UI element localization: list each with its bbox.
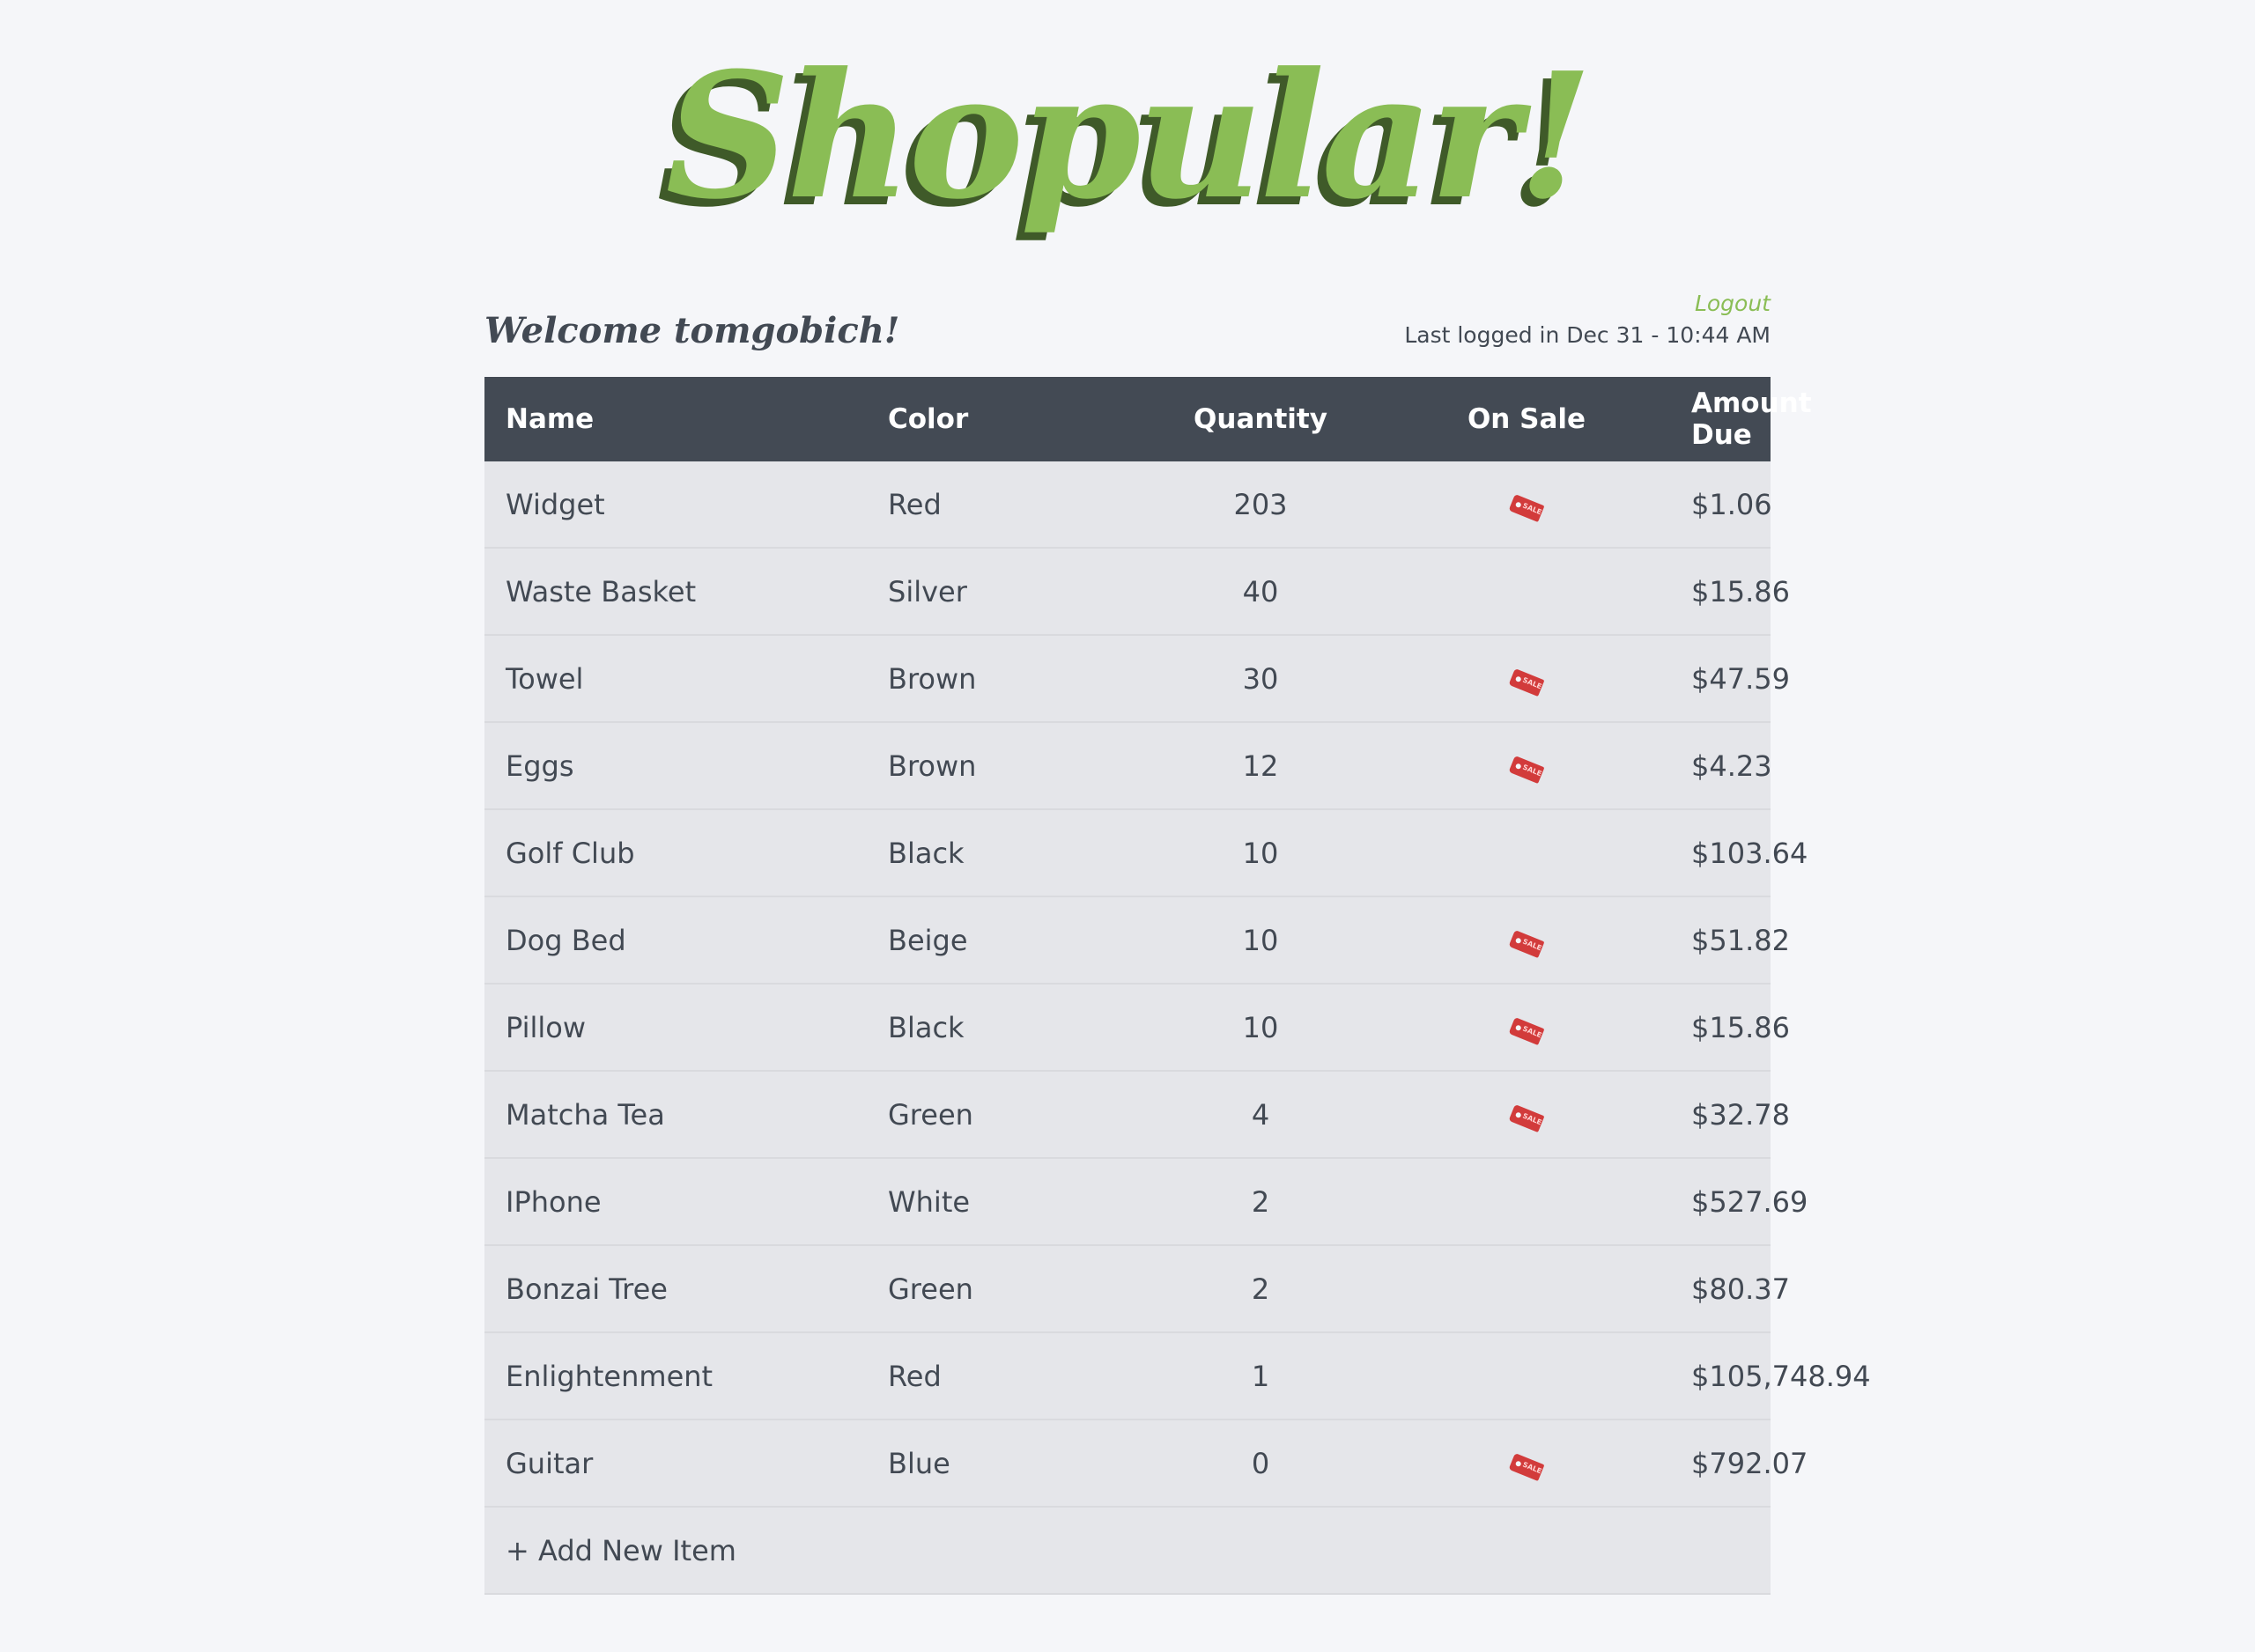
item-name-cell: Waste Basket bbox=[484, 548, 867, 636]
item-amount-cell: $103.64 bbox=[1670, 809, 1808, 897]
item-color-cell: Black bbox=[867, 809, 1138, 897]
item-color-cell: Red bbox=[867, 461, 1138, 549]
item-amount-cell: $51.82 bbox=[1670, 896, 1790, 985]
item-amount-cell: $792.07 bbox=[1670, 1420, 1808, 1508]
table-row[interactable]: Bonzai Tree Green 2 $80.37 bbox=[484, 1245, 1790, 1333]
item-amount-cell: $15.86 bbox=[1670, 984, 1790, 1072]
column-header-amount-due[interactable]: Amount Due bbox=[1670, 377, 1812, 461]
item-quantity-cell: 40 bbox=[1138, 548, 1383, 636]
sale-tag-icon bbox=[1508, 1016, 1545, 1045]
item-on-sale-cell bbox=[1383, 548, 1670, 636]
item-quantity-cell: 10 bbox=[1138, 984, 1383, 1072]
item-quantity-cell: 30 bbox=[1138, 635, 1383, 723]
sale-tag-icon bbox=[1508, 1452, 1545, 1481]
item-amount-cell: $80.37 bbox=[1670, 1245, 1790, 1333]
item-quantity-cell: 2 bbox=[1138, 1158, 1383, 1246]
item-amount-cell: $1.06 bbox=[1670, 461, 1772, 549]
item-on-sale-cell bbox=[1383, 1158, 1670, 1246]
add-new-item-button[interactable]: + Add New Item bbox=[484, 1507, 1771, 1595]
item-color-cell: White bbox=[867, 1158, 1138, 1246]
item-color-cell: Red bbox=[867, 1332, 1138, 1420]
table-row[interactable]: TowelBrown30 $47.59 bbox=[484, 635, 1790, 723]
item-quantity-cell: 0 bbox=[1138, 1420, 1383, 1508]
column-header-quantity[interactable]: Quantity bbox=[1138, 377, 1383, 461]
item-name-cell: Bonzai Tree bbox=[484, 1245, 867, 1333]
table-row[interactable]: PillowBlack10 $15.86 bbox=[484, 984, 1790, 1072]
item-on-sale-cell bbox=[1383, 722, 1670, 810]
item-color-cell: Brown bbox=[867, 722, 1138, 810]
item-name-cell: Pillow bbox=[484, 984, 867, 1072]
item-name-cell: IPhone bbox=[484, 1158, 867, 1246]
item-color-cell: Brown bbox=[867, 635, 1138, 723]
column-header-color[interactable]: Color bbox=[867, 377, 1138, 461]
item-quantity-cell: 4 bbox=[1138, 1071, 1383, 1159]
last-login-text: Last logged in Dec 31 - 10:44 AM bbox=[1404, 322, 1771, 348]
sale-tag-icon bbox=[1508, 667, 1545, 697]
item-amount-cell: $32.78 bbox=[1670, 1071, 1790, 1159]
item-color-cell: Beige bbox=[867, 896, 1138, 985]
item-quantity-cell: 10 bbox=[1138, 809, 1383, 897]
item-quantity-cell: 1 bbox=[1138, 1332, 1383, 1420]
table-row[interactable]: GuitarBlue0 $792.07 bbox=[484, 1420, 1808, 1508]
table-row[interactable]: EggsBrown12 $4.23 bbox=[484, 722, 1772, 810]
item-quantity-cell: 203 bbox=[1138, 461, 1383, 549]
sale-tag-icon bbox=[1508, 493, 1545, 522]
item-on-sale-cell bbox=[1383, 461, 1670, 549]
table-row[interactable]: Golf Club Black 10 $103.64 bbox=[484, 809, 1808, 897]
sale-tag-icon bbox=[1508, 755, 1545, 784]
item-on-sale-cell bbox=[1383, 635, 1670, 723]
main-panel: Welcome tomgobich! Logout Last logged in… bbox=[484, 273, 1871, 1595]
item-name-cell: Widget bbox=[484, 461, 867, 549]
add-item-row[interactable]: + Add New Item bbox=[484, 1507, 1771, 1595]
item-on-sale-cell bbox=[1383, 1071, 1670, 1159]
item-amount-cell: $15.86 bbox=[1670, 548, 1790, 636]
table-header-row: Name Color Quantity On Sale Amount Due bbox=[484, 377, 1812, 461]
items-table: Name Color Quantity On Sale Amount Due W… bbox=[484, 377, 1871, 1595]
item-amount-cell: $105,748.94 bbox=[1670, 1332, 1871, 1420]
table-row[interactable]: Dog BedBeige10 $51.82 bbox=[484, 896, 1790, 985]
item-quantity-cell: 10 bbox=[1138, 896, 1383, 985]
table-row[interactable]: Enlightenment Red 1 $105,748.94 bbox=[484, 1332, 1871, 1420]
item-color-cell: Green bbox=[867, 1071, 1138, 1159]
item-name-cell: Matcha Tea bbox=[484, 1071, 867, 1159]
table-row[interactable]: WidgetRed203 $1.06 bbox=[484, 461, 1772, 549]
item-on-sale-cell bbox=[1383, 984, 1670, 1072]
welcome-message: Welcome tomgobich! bbox=[484, 310, 900, 351]
item-on-sale-cell bbox=[1383, 896, 1670, 985]
sale-tag-icon bbox=[1508, 1103, 1545, 1132]
item-color-cell: Blue bbox=[867, 1420, 1138, 1508]
logout-link[interactable]: Logout bbox=[1695, 291, 1771, 316]
column-header-name[interactable]: Name bbox=[484, 377, 867, 461]
table-row[interactable]: IPhone White 2 $527.69 bbox=[484, 1158, 1808, 1246]
item-color-cell: Green bbox=[867, 1245, 1138, 1333]
column-header-on-sale[interactable]: On Sale bbox=[1383, 377, 1670, 461]
item-name-cell: Dog Bed bbox=[484, 896, 867, 985]
item-amount-cell: $527.69 bbox=[1670, 1158, 1808, 1246]
item-amount-cell: $4.23 bbox=[1670, 722, 1772, 810]
sale-tag-icon bbox=[1508, 929, 1545, 958]
table-row[interactable]: Matcha TeaGreen4 $32.78 bbox=[484, 1071, 1790, 1159]
item-on-sale-cell bbox=[1383, 1332, 1670, 1420]
item-color-cell: Silver bbox=[867, 548, 1138, 636]
table-row[interactable]: Waste Basket Silver 40 $15.86 bbox=[484, 548, 1790, 636]
item-name-cell: Guitar bbox=[484, 1420, 867, 1508]
item-on-sale-cell bbox=[1383, 1420, 1670, 1508]
item-color-cell: Black bbox=[867, 984, 1138, 1072]
user-bar: Welcome tomgobich! Logout Last logged in… bbox=[484, 273, 1771, 377]
item-name-cell: Enlightenment bbox=[484, 1332, 867, 1420]
item-quantity-cell: 12 bbox=[1138, 722, 1383, 810]
item-quantity-cell: 2 bbox=[1138, 1245, 1383, 1333]
item-on-sale-cell bbox=[1383, 809, 1670, 897]
item-amount-cell: $47.59 bbox=[1670, 635, 1790, 723]
item-name-cell: Eggs bbox=[484, 722, 867, 810]
item-name-cell: Towel bbox=[484, 635, 867, 723]
table-body: WidgetRed203$1.06Waste BasketSilver40$15… bbox=[484, 461, 1871, 1508]
item-on-sale-cell bbox=[1383, 1245, 1670, 1333]
app-logo: Shopular! bbox=[665, 35, 1593, 238]
item-name-cell: Golf Club bbox=[484, 809, 867, 897]
